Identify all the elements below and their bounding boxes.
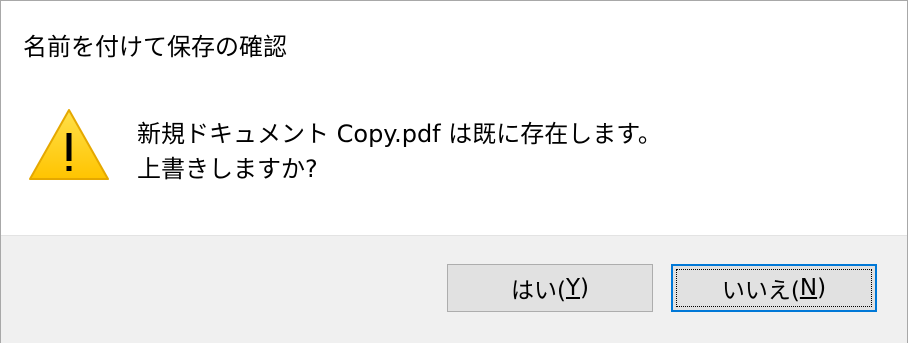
message-line-2: 上書きしますか? xyxy=(137,155,318,183)
yes-button[interactable]: はい(Y) xyxy=(447,264,653,312)
message-line-1: 新規ドキュメント Copy.pdf は既に存在します。 xyxy=(137,120,662,148)
yes-button-accesskey: Y xyxy=(565,275,581,301)
yes-button-label: はい( xyxy=(510,278,566,304)
dialog-titlebar: 名前を付けて保存の確認 xyxy=(1,1,907,81)
confirm-save-as-dialog: 名前を付けて保存の確認 新規ドキュメント Copy.pdf は既に存在します。 … xyxy=(0,0,908,343)
focus-rectangle xyxy=(676,269,872,307)
warning-icon xyxy=(29,109,109,180)
no-button[interactable]: いいえ(N) xyxy=(671,264,877,312)
dialog-button-bar: はい(Y) いいえ(N) xyxy=(1,235,907,343)
yes-button-label-close: ) xyxy=(580,275,590,301)
dialog-message: 新規ドキュメント Copy.pdf は既に存在します。 上書きしますか? xyxy=(137,117,662,187)
dialog-title: 名前を付けて保存の確認 xyxy=(23,33,287,61)
dialog-content: 新規ドキュメント Copy.pdf は既に存在します。 上書きしますか? xyxy=(1,81,907,235)
